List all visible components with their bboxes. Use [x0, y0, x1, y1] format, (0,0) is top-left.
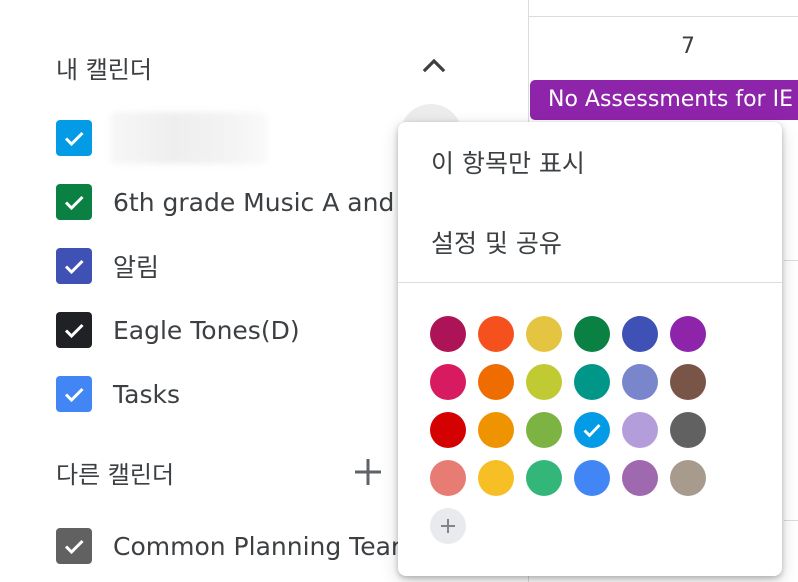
add-custom-color-button[interactable]: [430, 508, 466, 544]
grid-line: [784, 520, 798, 521]
calendar-checkbox[interactable]: [56, 376, 92, 412]
checkmark-icon: [583, 424, 601, 438]
calendar-checkbox[interactable]: [56, 312, 92, 348]
calendar-label: 알림: [113, 253, 160, 282]
color-swatch[interactable]: [622, 364, 658, 400]
display-this-only-item[interactable]: 이 항목만 표시: [398, 132, 782, 192]
checkmark-icon: [64, 387, 84, 403]
color-swatch[interactable]: [478, 316, 514, 352]
my-calendars-header[interactable]: 내 캘린더: [56, 50, 152, 85]
calendar-list-item[interactable]: 알림: [56, 246, 159, 286]
menu-item-label: 이 항목만 표시: [431, 149, 585, 178]
color-swatch[interactable]: [478, 412, 514, 448]
color-swatch[interactable]: [478, 460, 514, 496]
checkmark-icon: [64, 131, 84, 147]
color-swatch[interactable]: [622, 460, 658, 496]
color-swatch[interactable]: [574, 460, 610, 496]
color-swatch[interactable]: [430, 412, 466, 448]
menu-divider: [398, 282, 782, 283]
calendar-label: 6th grade Music A and: [113, 187, 395, 217]
settings-and-sharing-item[interactable]: 설정 및 공유: [398, 212, 782, 272]
calendar-label: Tasks: [113, 379, 180, 409]
checkmark-icon: [64, 323, 84, 339]
calendar-label-redacted: [110, 112, 268, 164]
color-swatch[interactable]: [430, 316, 466, 352]
calendar-checkbox[interactable]: [56, 528, 92, 564]
color-swatch[interactable]: [430, 364, 466, 400]
calendar-list-item[interactable]: Common Planning Tear: [56, 526, 401, 566]
calendar-checkbox[interactable]: [56, 184, 92, 220]
checkmark-icon: [64, 539, 84, 555]
grid-line: [784, 260, 798, 261]
color-swatch[interactable]: [574, 364, 610, 400]
color-swatch[interactable]: [526, 316, 562, 352]
plus-icon: [441, 519, 455, 533]
color-swatch[interactable]: [670, 364, 706, 400]
checkmark-icon: [64, 195, 84, 211]
chevron-up-icon[interactable]: [420, 52, 448, 80]
color-swatch[interactable]: [670, 460, 706, 496]
color-swatch[interactable]: [670, 412, 706, 448]
menu-item-label: 설정 및 공유: [431, 229, 562, 258]
calendar-label: Common Planning Tear: [113, 531, 402, 561]
color-swatch[interactable]: [526, 460, 562, 496]
calendar-list-item[interactable]: [56, 112, 268, 164]
event-title: No Assessments for IE: [548, 87, 793, 112]
calendar-label: Eagle Tones(D): [113, 315, 300, 345]
color-swatch[interactable]: [574, 412, 610, 448]
color-swatch[interactable]: [574, 316, 610, 352]
day-number[interactable]: 7: [670, 34, 706, 59]
calendar-options-menu: 이 항목만 표시 설정 및 공유: [398, 122, 782, 576]
calendar-list-item[interactable]: Tasks: [56, 374, 180, 414]
color-swatch[interactable]: [526, 412, 562, 448]
event-chip[interactable]: No Assessments for IE: [530, 80, 798, 120]
calendar-checkbox[interactable]: [56, 120, 92, 156]
color-swatch[interactable]: [430, 460, 466, 496]
checkmark-icon: [64, 259, 84, 275]
color-swatch[interactable]: [622, 316, 658, 352]
color-swatch[interactable]: [670, 316, 706, 352]
add-other-calendar-icon[interactable]: [352, 456, 384, 488]
other-calendars-header[interactable]: 다른 캘린더: [56, 455, 174, 490]
calendar-list-item[interactable]: Eagle Tones(D): [56, 310, 300, 350]
color-swatch[interactable]: [526, 364, 562, 400]
color-swatch[interactable]: [622, 412, 658, 448]
grid-line: [528, 16, 798, 17]
calendar-checkbox[interactable]: [56, 248, 92, 284]
calendar-list-item[interactable]: 6th grade Music A and: [56, 182, 394, 222]
color-swatch[interactable]: [478, 364, 514, 400]
